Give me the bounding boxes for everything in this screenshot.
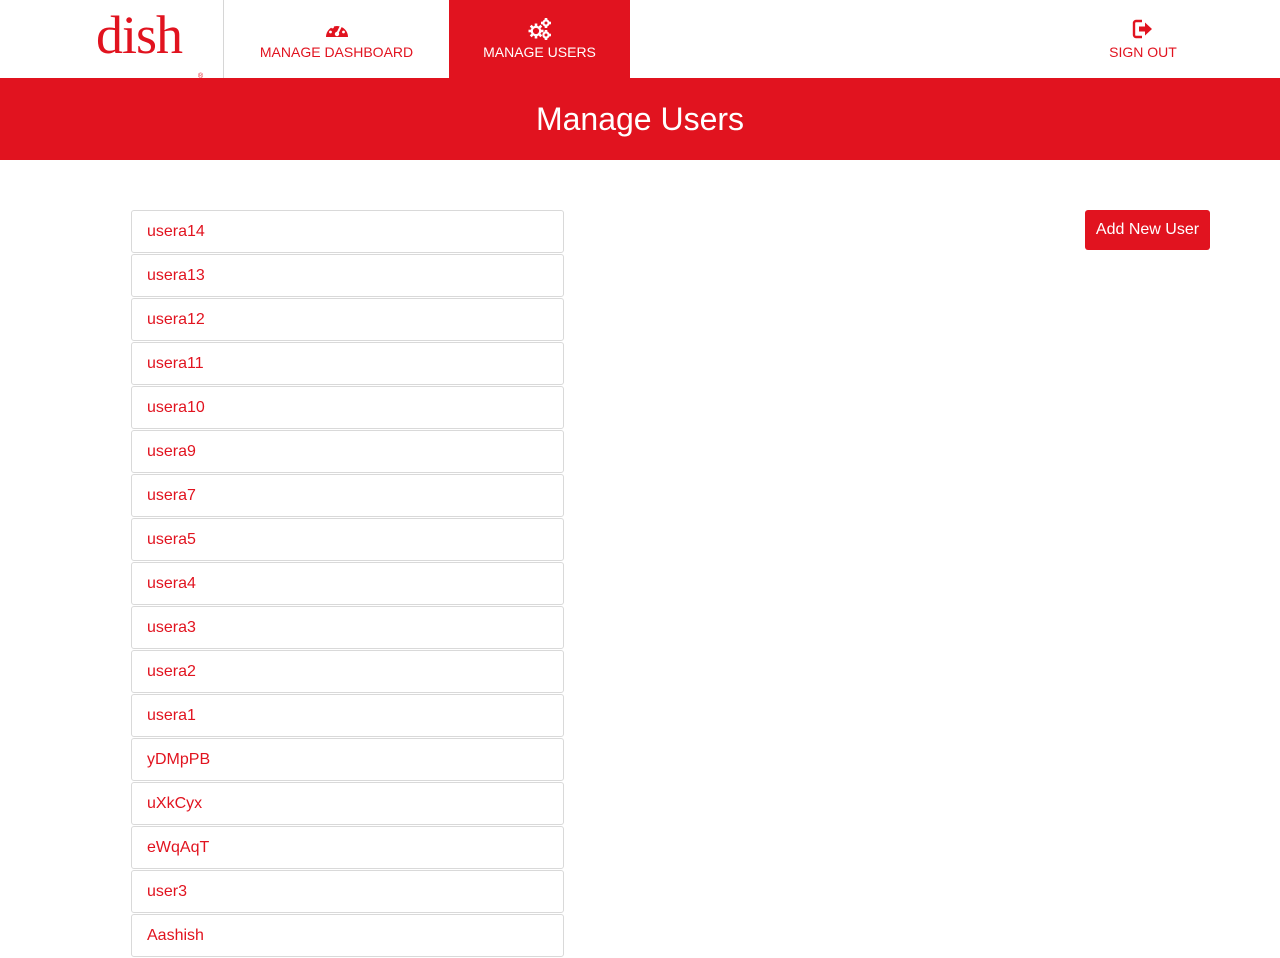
gears-icon xyxy=(527,17,553,41)
user-list-item[interactable]: usera10 xyxy=(131,386,564,429)
user-list-item[interactable]: usera11 xyxy=(131,342,564,385)
user-list-item[interactable]: user3 xyxy=(131,870,564,913)
top-navbar: dish ® MANAGE DASHBOARD MANAGE USERS SIG… xyxy=(0,0,1280,80)
user-list-item[interactable]: usera7 xyxy=(131,474,564,517)
user-list-item[interactable]: uXkCyx xyxy=(131,782,564,825)
logo-text: dish xyxy=(96,5,183,65)
user-list-item[interactable]: usera13 xyxy=(131,254,564,297)
nav-manage-users-label: MANAGE USERS xyxy=(483,44,596,60)
user-list: usera14 usera13 usera12 usera11 usera10 usera… xyxy=(131,210,564,958)
user-list-item[interactable]: usera12 xyxy=(131,298,564,341)
nav-sign-out-label: SIGN OUT xyxy=(1109,44,1177,60)
nav-manage-dashboard-label: MANAGE DASHBOARD xyxy=(259,44,414,60)
user-list-item[interactable]: usera2 xyxy=(131,650,564,693)
nav-manage-dashboard[interactable]: MANAGE DASHBOARD xyxy=(224,0,449,78)
user-list-item[interactable]: usera1 xyxy=(131,694,564,737)
user-list-item[interactable]: usera4 xyxy=(131,562,564,605)
dish-logo[interactable]: dish ® xyxy=(96,5,206,80)
user-list-item[interactable]: usera5 xyxy=(131,518,564,561)
user-list-item[interactable]: yDMpPB xyxy=(131,738,564,781)
sign-out-icon xyxy=(1130,17,1156,41)
add-new-user-button[interactable]: Add New User xyxy=(1085,210,1210,250)
nav-manage-users[interactable]: MANAGE USERS xyxy=(449,0,630,78)
user-list-item[interactable]: usera14 xyxy=(131,210,564,253)
page-title: Manage Users xyxy=(535,101,745,137)
page-header-banner: Manage Users xyxy=(0,78,1280,160)
user-list-item[interactable]: Aashish xyxy=(131,914,564,957)
nav-sign-out[interactable]: SIGN OUT xyxy=(1070,0,1216,78)
user-list-item[interactable]: eWqAqT xyxy=(131,826,564,869)
user-list-item[interactable]: usera3 xyxy=(131,606,564,649)
user-list-item[interactable]: usera9 xyxy=(131,430,564,473)
dashboard-gauge-icon xyxy=(324,17,350,41)
